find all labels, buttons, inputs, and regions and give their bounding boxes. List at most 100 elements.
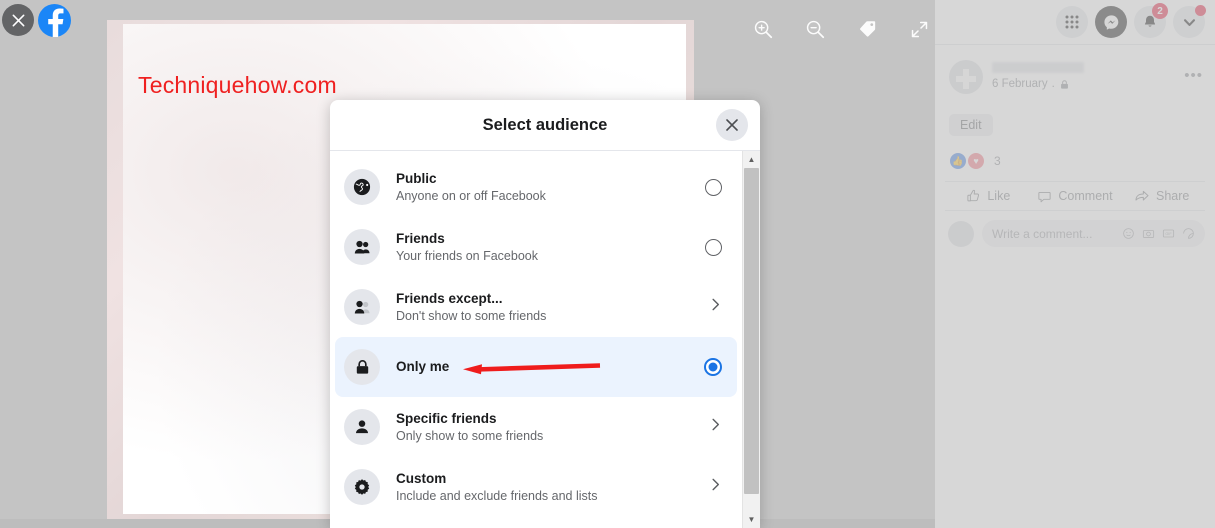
option-radio-friends[interactable] <box>705 238 722 256</box>
post-meta: 6 February . <box>992 60 1084 90</box>
comment-input-placeholder: Write a comment... <box>992 226 1093 241</box>
account-menu-button[interactable] <box>1173 5 1206 38</box>
share-button[interactable]: Share <box>1118 188 1205 204</box>
audience-option-friends[interactable]: Friends Your friends on Facebook <box>335 217 737 277</box>
author-avatar[interactable] <box>949 60 983 94</box>
option-radio-public[interactable] <box>705 178 722 196</box>
friends-icon-wrap <box>344 229 380 265</box>
post-separator: . <box>1051 78 1055 90</box>
grid-menu-icon <box>1065 15 1079 29</box>
chevron-right-icon <box>712 418 720 431</box>
account-chevron-icon <box>1183 18 1195 26</box>
dialog-close-button[interactable] <box>716 109 748 141</box>
scrollbar-up-arrow[interactable]: ▲ <box>743 151 760 168</box>
scrollbar-thumb[interactable] <box>744 168 759 494</box>
dialog-scrollbar[interactable]: ▲ ▼ <box>742 151 760 528</box>
friends-icon <box>354 240 369 253</box>
friends-except-icon-wrap <box>344 289 380 325</box>
messenger-icon <box>1103 14 1118 30</box>
svg-text:GIF: GIF <box>1165 232 1172 236</box>
close-x-icon <box>12 14 24 26</box>
grid-menu-button[interactable] <box>1056 6 1088 38</box>
comment-button[interactable]: Comment <box>1032 188 1119 204</box>
option-text: Specific friends Only show to some frien… <box>396 411 708 444</box>
option-subtitle: Only show to some friends <box>396 429 544 444</box>
post-privacy-lock-icon <box>1060 79 1068 89</box>
notifications-button[interactable]: 2 <box>1134 3 1168 38</box>
audience-option-only-me[interactable]: Only me <box>335 337 737 397</box>
post-reactions[interactable]: 👍 ♥ 3 <box>949 152 1215 170</box>
viewer-toolbar <box>748 14 934 44</box>
post-sidepanel: 2 6 February . ••• Edit 👍 ♥ 3 Like Comme… <box>935 0 1215 528</box>
option-title: Only me <box>396 358 450 374</box>
option-subtitle: Include and exclude friends and lists <box>396 489 598 504</box>
option-text: Friends Your friends on Facebook <box>396 231 705 264</box>
facebook-topbar: 2 <box>935 0 1215 45</box>
option-radio-only-me[interactable] <box>704 358 722 376</box>
lock-icon <box>356 359 368 374</box>
viewer-avatar <box>948 220 974 247</box>
gif-icon[interactable]: GIF <box>1162 227 1175 240</box>
option-chevron-custom[interactable] <box>708 477 723 497</box>
option-text: Only me <box>396 359 704 376</box>
share-button-label: Share <box>1156 189 1190 203</box>
option-chevron-specific-friends[interactable] <box>708 417 723 437</box>
facebook-logo-button[interactable] <box>38 4 71 37</box>
chevron-right-icon <box>712 298 720 311</box>
thumbs-up-icon <box>967 189 980 201</box>
reaction-count: 3 <box>994 154 1001 168</box>
edit-post-button[interactable]: Edit <box>949 114 993 136</box>
sticker-icon[interactable] <box>1182 227 1195 240</box>
option-text: Public Anyone on or off Facebook <box>396 171 705 204</box>
notifications-badge: 2 <box>1152 3 1168 19</box>
audience-option-custom[interactable]: Custom Include and exclude friends and l… <box>335 457 737 517</box>
audience-options-list: Public Anyone on or off Facebook Friends… <box>330 151 742 528</box>
zoom-in-button[interactable] <box>748 14 778 44</box>
option-subtitle: Your friends on Facebook <box>396 249 538 264</box>
option-title: Friends <box>396 230 445 246</box>
zoom-out-button[interactable] <box>800 14 830 44</box>
option-title: Custom <box>396 470 447 486</box>
option-subtitle: Anyone on or off Facebook <box>396 189 546 204</box>
comment-input-icons: GIF <box>1122 227 1195 240</box>
scrollbar-track[interactable] <box>743 168 760 511</box>
person-icon <box>356 420 368 434</box>
dialog-title: Select audience <box>482 115 608 134</box>
select-audience-dialog: Select audience Public Anyone on or off … <box>330 100 760 528</box>
fullscreen-button[interactable] <box>904 14 934 44</box>
audience-option-public[interactable]: Public Anyone on or off Facebook <box>335 157 737 217</box>
person-icon-wrap <box>344 409 380 445</box>
zoom-in-icon <box>754 20 773 39</box>
option-chevron-friends-except[interactable] <box>708 297 723 317</box>
messenger-button[interactable] <box>1095 6 1127 38</box>
emoji-icon[interactable] <box>1122 227 1135 240</box>
post-header: 6 February . ••• <box>935 45 1215 94</box>
post-timestamp: 6 February . <box>992 78 1084 90</box>
camera-icon[interactable] <box>1142 227 1155 240</box>
comment-input[interactable]: Write a comment... GIF <box>982 220 1205 247</box>
comment-composer: Write a comment... GIF <box>935 211 1215 247</box>
option-text: Friends except... Don't show to some fri… <box>396 291 708 324</box>
audience-option-specific-friends[interactable]: Specific friends Only show to some frien… <box>335 397 737 457</box>
account-alert-dot <box>1195 5 1206 16</box>
option-text: Custom Include and exclude friends and l… <box>396 471 708 504</box>
like-button[interactable]: Like <box>945 188 1032 204</box>
zoom-out-icon <box>806 20 825 39</box>
post-action-bar: Like Comment Share <box>945 181 1205 211</box>
post-more-options-button[interactable]: ••• <box>1184 67 1203 84</box>
fullscreen-icon <box>911 21 927 37</box>
close-viewer-button[interactable] <box>2 4 34 36</box>
screenshot-root: Techniquehow.com 2 6 February . ••• Edit… <box>0 0 1215 528</box>
love-icon: ♥ <box>967 152 985 170</box>
share-arrow-icon <box>1135 190 1149 201</box>
tag-icon <box>860 21 876 37</box>
audience-option-friends-except[interactable]: Friends except... Don't show to some fri… <box>335 277 737 337</box>
globe-icon-wrap <box>344 169 380 205</box>
author-name-redacted[interactable] <box>992 62 1084 73</box>
comment-bubble-icon <box>1038 191 1051 202</box>
globe-icon <box>353 178 371 196</box>
scrollbar-down-arrow[interactable]: ▼ <box>743 511 760 528</box>
tag-photo-button[interactable] <box>852 14 882 44</box>
friends-except-icon <box>354 300 369 313</box>
post-date-text: 6 February <box>992 78 1048 90</box>
